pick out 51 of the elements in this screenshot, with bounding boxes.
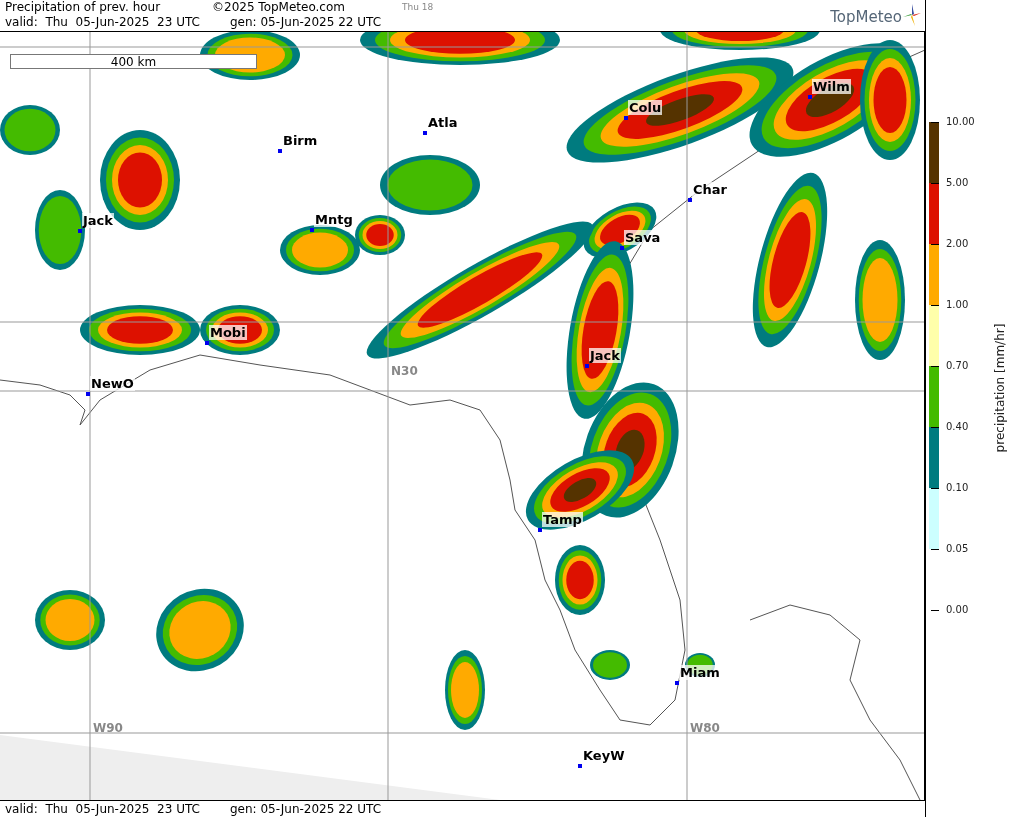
legend-tick-label: 0.40 <box>946 420 969 434</box>
city-label: Atla <box>427 115 459 130</box>
city-label: Sava <box>624 230 662 245</box>
legend-tick-label: 0.05 <box>946 542 969 556</box>
city-marker-icon <box>675 681 679 685</box>
grid-label: N30 <box>391 364 418 378</box>
legend-tick-label: 10.00 <box>946 115 975 129</box>
city-marker-icon <box>585 364 589 368</box>
legend-tick-label: 2.00 <box>946 237 969 251</box>
city-marker-icon <box>624 116 628 120</box>
city-marker-icon <box>310 228 314 232</box>
city-marker-icon <box>620 246 624 250</box>
scale-bar: 400 km <box>10 54 257 69</box>
city-label: Jack <box>589 348 621 363</box>
city-label: KeyW <box>582 748 626 763</box>
legend-tick-label: 0.10 <box>946 481 969 495</box>
legend-tick-label: 5.00 <box>946 176 969 190</box>
city-label: Birm <box>282 133 319 148</box>
legend-tick-label: 0.00 <box>946 603 969 617</box>
logo-text: TopMeteo <box>830 8 902 26</box>
legend-title: precipitation [mm/hr] <box>993 322 1007 455</box>
city-label: Mntg <box>314 212 354 227</box>
map-title: Precipitation of prev. hour <box>4 0 162 15</box>
city-label: Colu <box>628 100 663 115</box>
city-label: NewO <box>90 376 135 391</box>
city-label: Tamp <box>542 512 583 527</box>
city-marker-icon <box>688 198 692 202</box>
grid-label: W80 <box>690 721 720 735</box>
valid-time: valid: Thu 05-Jun-2025 23 UTC <box>4 801 201 817</box>
city-marker-icon <box>205 341 209 345</box>
city-marker-icon <box>423 131 427 135</box>
city-marker-icon <box>808 95 812 99</box>
city-label: Mobi <box>209 325 247 340</box>
legend-tick-label: 0.70 <box>946 359 969 373</box>
city-marker-icon <box>578 764 582 768</box>
city-marker-icon <box>86 392 90 396</box>
generated-time: gen: 05-Jun-2025 22 UTC <box>230 801 382 817</box>
city-label: Jack <box>82 213 114 228</box>
compass-star-icon <box>903 4 921 26</box>
city-marker-icon <box>278 149 282 153</box>
city-marker-icon <box>78 229 82 233</box>
grid-label: W90 <box>93 721 123 735</box>
city-label: Char <box>692 182 728 197</box>
city-label: Wilm <box>812 79 851 94</box>
city-label: Miam <box>679 665 721 680</box>
copyright-text: ©2025 TopMeteo.com <box>212 0 346 15</box>
legend-tick-label: 1.00 <box>946 298 969 312</box>
city-marker-icon <box>538 528 542 532</box>
frame-label: Thu 18 <box>402 1 434 14</box>
valid-time: valid: Thu 05-Jun-2025 23 UTC <box>4 15 201 30</box>
generated-time: gen: 05-Jun-2025 22 UTC <box>230 15 382 30</box>
